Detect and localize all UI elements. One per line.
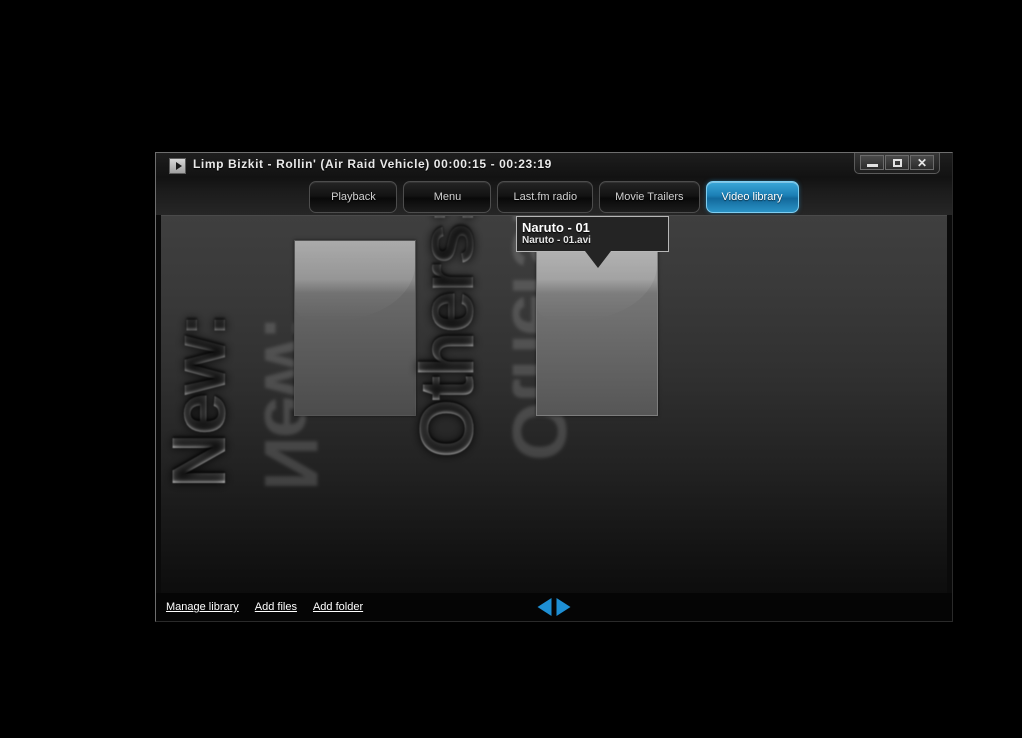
category-label-new: New: (161, 314, 243, 488)
maximize-icon (892, 158, 902, 167)
tab-lastfm-radio-label: Last.fm radio (513, 191, 578, 203)
tab-bar: Playback Menu Last.fm radio Movie Traile… (156, 179, 952, 215)
tab-video-library[interactable]: Video library (705, 181, 799, 213)
tooltip-pointer-icon (585, 251, 611, 268)
tab-menu[interactable]: Menu (403, 181, 492, 213)
title-bar: Limp Bizkit - Rollin' (Air Raid Vehicle)… (156, 153, 952, 215)
tab-video-library-label: Video library (721, 191, 783, 203)
add-folder-link[interactable]: Add folder (313, 601, 363, 613)
category-label-others: Others: (404, 216, 491, 458)
tooltip-title: Naruto - 01 (522, 220, 590, 235)
play-icon (169, 158, 186, 174)
arrow-right-icon[interactable] (556, 598, 571, 616)
arrow-left-icon[interactable] (537, 598, 552, 616)
video-library-content: New: New: Others: Others: Naruto - 01 Na… (161, 215, 947, 593)
status-bar: Manage library Add files Add folder (156, 593, 952, 621)
tab-menu-label: Menu (433, 191, 462, 203)
video-thumbnail-new[interactable] (294, 240, 416, 416)
add-files-link[interactable]: Add files (255, 601, 297, 613)
manage-library-link[interactable]: Manage library (166, 601, 239, 613)
title-row: Limp Bizkit - Rollin' (Air Raid Vehicle)… (156, 153, 952, 179)
tab-movie-trailers-label: Movie Trailers (615, 191, 684, 203)
close-button[interactable]: ✕ (910, 155, 934, 170)
minimize-button[interactable] (860, 155, 884, 170)
maximize-button[interactable] (885, 155, 909, 170)
tab-lastfm-radio[interactable]: Last.fm radio (497, 181, 594, 213)
window-controls: ✕ (854, 153, 940, 174)
navigation-arrows (537, 598, 571, 616)
tab-playback[interactable]: Playback (309, 181, 398, 213)
desktop-background: Limp Bizkit - Rollin' (Air Raid Vehicle)… (0, 0, 1022, 738)
minimize-icon (866, 163, 878, 167)
status-links: Manage library Add files Add folder (166, 601, 363, 613)
tooltip-filename: Naruto - 01.avi (522, 235, 591, 246)
media-player-window: Limp Bizkit - Rollin' (Air Raid Vehicle)… (155, 152, 953, 622)
window-title: Limp Bizkit - Rollin' (Air Raid Vehicle)… (193, 157, 552, 171)
tab-playback-label: Playback (331, 191, 376, 203)
video-tooltip: Naruto - 01 Naruto - 01.avi (516, 216, 669, 268)
thumbnail-gloss (295, 241, 415, 322)
tab-movie-trailers[interactable]: Movie Trailers (599, 181, 700, 213)
close-icon: ✕ (916, 155, 928, 170)
